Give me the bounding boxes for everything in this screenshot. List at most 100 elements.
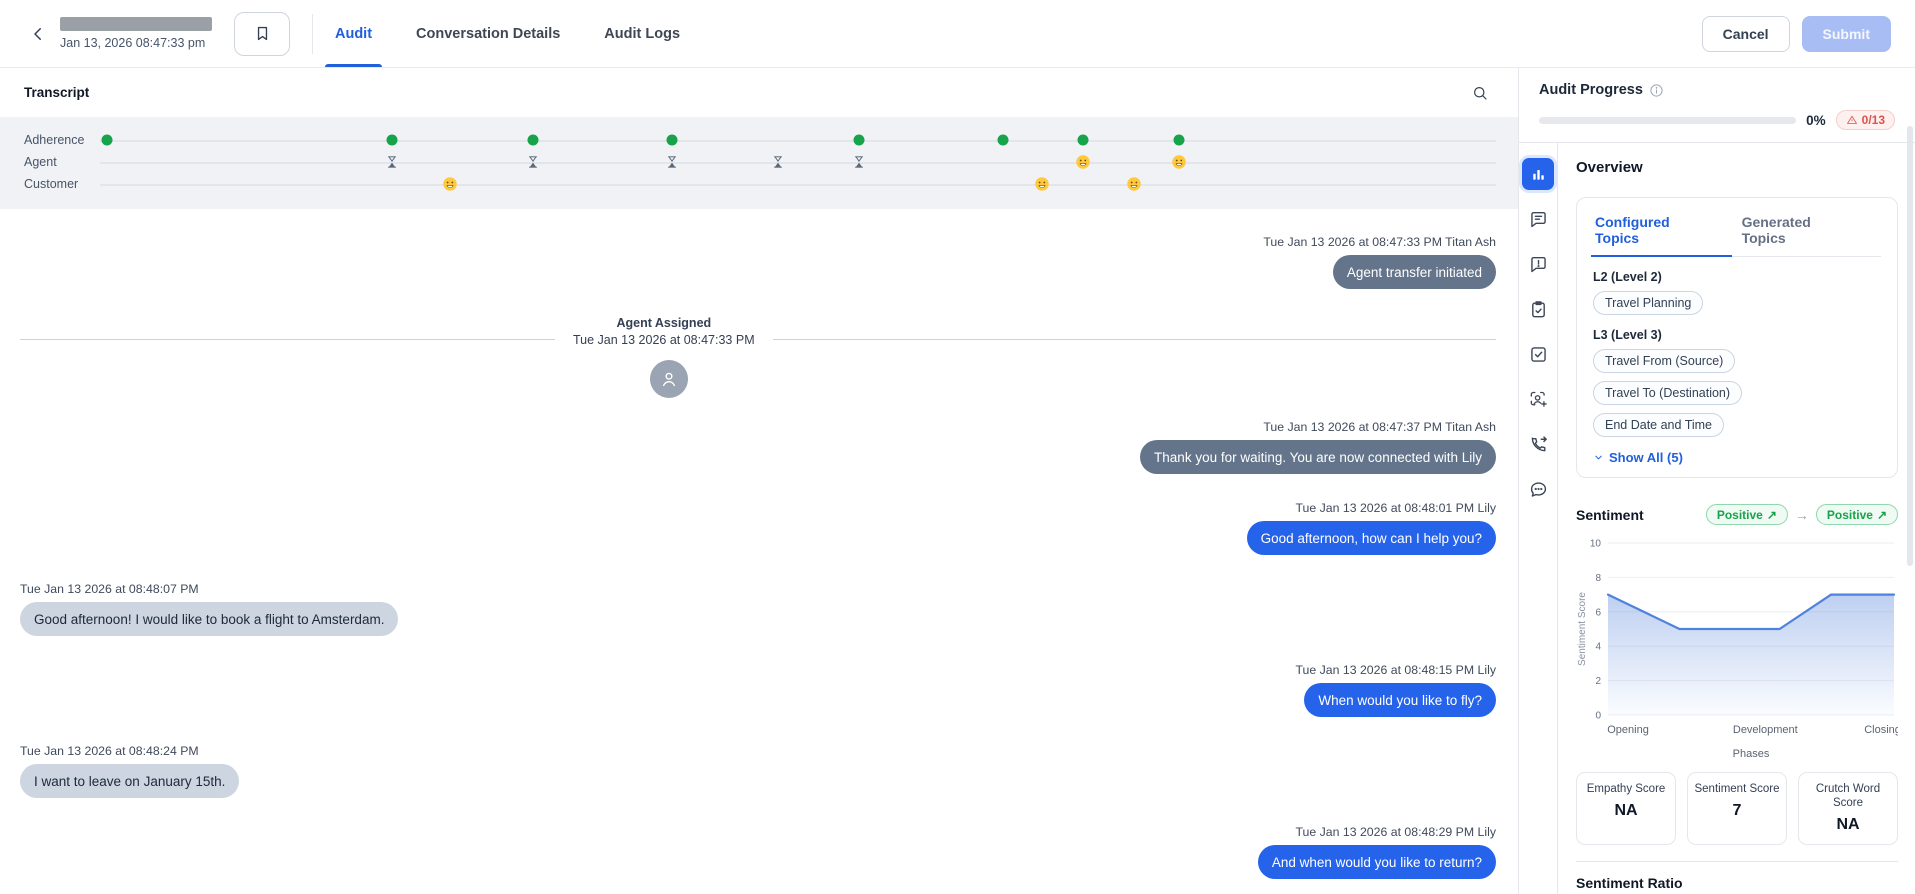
transcript-search-button[interactable] <box>1468 81 1492 105</box>
message-timestamp: Tue Jan 13 2026 at 08:48:15 PM Lily <box>1295 663 1496 677</box>
message-bubble-agent[interactable]: When would you like to fly? <box>1304 683 1496 717</box>
topic-chip-end-date-and-time[interactable]: End Date and Time <box>1593 413 1724 437</box>
timeline-label: Adherence <box>24 133 100 147</box>
score-card-label: Sentiment Score <box>1694 782 1780 796</box>
hourglass-marker[interactable] <box>853 155 866 170</box>
top-tabs: Audit Conversation Details Audit Logs <box>335 0 680 67</box>
adherence-dot-icon <box>1174 135 1185 146</box>
info-icon[interactable] <box>1649 83 1664 98</box>
hourglass-icon <box>385 155 398 170</box>
adherence-dot-marker[interactable] <box>854 135 865 146</box>
timeline-track-adherence[interactable] <box>100 129 1496 151</box>
sentiment-line-chart: 0246810OpeningDevelopmentClosingPhasesSe… <box>1576 533 1898 761</box>
tab-audit[interactable]: Audit <box>335 0 372 67</box>
trend-up-icon: ↗ <box>1877 508 1887 522</box>
l3-label: L3 (Level 3) <box>1593 328 1881 342</box>
audit-progress-row: 0% 0/13 <box>1539 110 1895 130</box>
sentiment-ratio-title: Sentiment Ratio <box>1576 875 1898 891</box>
cancel-button[interactable]: Cancel <box>1702 16 1790 52</box>
topics-tabs: Configured Topics Generated Topics <box>1593 212 1881 257</box>
adherence-dot-icon <box>854 135 865 146</box>
topic-chip-travel-from-source[interactable]: Travel From (Source) <box>1593 349 1735 373</box>
rail-bar-chart-icon[interactable] <box>1522 158 1554 190</box>
smiley-marker[interactable] <box>1172 155 1187 170</box>
timeline-label: Agent <box>24 155 100 169</box>
timeline-track-customer[interactable] <box>100 173 1496 195</box>
divider-line <box>773 339 1496 340</box>
hourglass-marker[interactable] <box>385 155 398 170</box>
audit-progress-title: Audit Progress <box>1539 82 1643 98</box>
adherence-dot-icon <box>1077 135 1088 146</box>
rail-message-lines-icon[interactable] <box>1519 200 1557 238</box>
adherence-dot-marker[interactable] <box>101 135 112 146</box>
adherence-dot-icon <box>998 135 1009 146</box>
rail-agent-scan-icon[interactable] <box>1519 380 1557 418</box>
svg-text:Closing: Closing <box>1864 724 1898 736</box>
rail-phone-forward-icon[interactable] <box>1519 425 1557 463</box>
message-bubble-customer[interactable]: I want to leave on January 15th. <box>20 764 239 798</box>
audit-progress-header: Audit Progress 0% 0/13 <box>1519 68 1915 142</box>
adherence-dot-icon <box>667 135 678 146</box>
topic-chip-travel-to-destination[interactable]: Travel To (Destination) <box>1593 381 1742 405</box>
message: Tue Jan 13 2026 at 08:47:33 PM Titan Ash… <box>20 235 1496 289</box>
timeline-row-agent: Agent <box>24 151 1496 173</box>
audit-alert-badge: 0/13 <box>1836 110 1895 130</box>
adherence-dot-marker[interactable] <box>998 135 1009 146</box>
hourglass-marker[interactable] <box>772 155 785 170</box>
show-all-link[interactable]: Show All (5) <box>1593 450 1881 465</box>
sentiment-chart: 0246810OpeningDevelopmentClosingPhasesSe… <box>1576 533 1898 766</box>
trend-up-icon: ↗ <box>1767 508 1777 522</box>
topics-tab-configured-topics[interactable]: Configured Topics <box>1593 212 1714 256</box>
message-bubble-system[interactable]: Thank you for waiting. You are now conne… <box>1140 440 1496 474</box>
score-cards: Empathy ScoreNASentiment Score7Crutch Wo… <box>1576 772 1898 845</box>
event-timestamp: Tue Jan 13 2026 at 08:47:33 PM <box>573 333 755 347</box>
smiley-icon <box>1172 155 1187 170</box>
smiley-marker[interactable] <box>1075 155 1090 170</box>
rail-message-alert-icon[interactable] <box>1519 245 1557 283</box>
topics-tab-generated-topics[interactable]: Generated Topics <box>1740 212 1855 256</box>
warning-icon <box>1846 114 1858 126</box>
adherence-dot-icon <box>386 135 397 146</box>
back-button[interactable] <box>24 20 52 48</box>
timeline-track-agent[interactable] <box>100 151 1496 173</box>
message-timestamp: Tue Jan 13 2026 at 08:47:33 PM Titan Ash <box>1263 235 1496 249</box>
smiley-marker[interactable] <box>1035 177 1050 192</box>
message-bubble-customer[interactable]: Good afternoon! I would like to book a f… <box>20 602 398 636</box>
rail-check-square-icon[interactable] <box>1519 335 1557 373</box>
message-bubble-system[interactable]: Agent transfer initiated <box>1333 255 1496 289</box>
panel-scrollbar-thumb[interactable] <box>1907 126 1913 566</box>
adherence-dot-marker[interactable] <box>1077 135 1088 146</box>
agent-assigned-event: Agent AssignedTue Jan 13 2026 at 08:47:3… <box>20 316 1496 400</box>
message-bubble-agent[interactable]: And when would you like to return? <box>1258 845 1496 879</box>
tab-audit-logs[interactable]: Audit Logs <box>604 0 680 67</box>
smiley-icon <box>1075 155 1090 170</box>
message: Tue Jan 13 2026 at 08:48:24 PMI want to … <box>20 744 1496 798</box>
bookmark-button[interactable] <box>234 12 290 56</box>
overview-title: Overview <box>1576 159 1898 176</box>
message: Tue Jan 13 2026 at 08:47:37 PM Titan Ash… <box>20 420 1496 474</box>
adherence-dot-marker[interactable] <box>667 135 678 146</box>
submit-button[interactable]: Submit <box>1802 16 1891 52</box>
l2-label: L2 (Level 2) <box>1593 270 1881 284</box>
topbar-actions: Cancel Submit <box>1702 16 1891 52</box>
adherence-dot-marker[interactable] <box>386 135 397 146</box>
hourglass-marker[interactable] <box>526 155 539 170</box>
tab-conversation-details[interactable]: Conversation Details <box>416 0 560 67</box>
rail-message-dots-icon[interactable] <box>1519 470 1557 508</box>
smiley-marker[interactable] <box>1127 177 1142 192</box>
message-bubble-agent[interactable]: Good afternoon, how can I help you? <box>1247 521 1496 555</box>
adherence-dot-marker[interactable] <box>527 135 538 146</box>
rail-clipboard-check-icon[interactable] <box>1519 290 1557 328</box>
hourglass-marker[interactable] <box>666 155 679 170</box>
chat-transcript: Tue Jan 13 2026 at 08:47:33 PM Titan Ash… <box>0 209 1518 894</box>
smiley-icon <box>1127 177 1142 192</box>
topic-chip-travel-planning[interactable]: Travel Planning <box>1593 291 1703 315</box>
adherence-dot-marker[interactable] <box>1174 135 1185 146</box>
smiley-marker[interactable] <box>443 177 458 192</box>
sentiment-start-badge: Positive↗ <box>1706 504 1788 525</box>
svg-text:2: 2 <box>1595 676 1601 687</box>
svg-text:8: 8 <box>1595 573 1601 584</box>
l2-chips: Travel Planning <box>1593 291 1881 315</box>
event-text: Agent AssignedTue Jan 13 2026 at 08:47:3… <box>555 316 773 347</box>
smiley-icon <box>1035 177 1050 192</box>
